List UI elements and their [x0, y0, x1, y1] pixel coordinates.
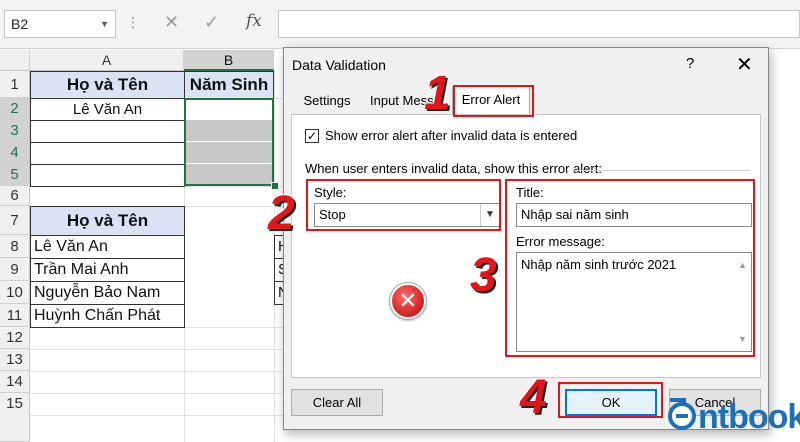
clear-all-button[interactable]: Clear All — [291, 389, 383, 416]
row-header-13[interactable]: 13 — [0, 349, 30, 371]
cell-a10[interactable]: Nguyễn Bảo Nam — [30, 281, 185, 305]
row-header-12[interactable]: 12 — [0, 327, 30, 349]
row-header-10[interactable]: 10 — [0, 281, 30, 304]
select-all-corner[interactable] — [0, 50, 30, 71]
step-1-label: 1 — [424, 67, 451, 120]
cell-a4[interactable] — [30, 142, 185, 165]
name-box[interactable]: B2 ▼ — [4, 10, 116, 38]
gridline — [30, 393, 284, 394]
gridline — [30, 371, 284, 372]
enter-entry-icon[interactable]: ✓ — [204, 12, 219, 33]
tab-settings[interactable]: Settings — [296, 88, 358, 114]
logo-mark-icon — [662, 392, 702, 432]
row-header-14[interactable]: 14 — [0, 371, 30, 393]
highlight-ok — [558, 382, 663, 418]
error-stop-icon: ✕ — [389, 282, 427, 320]
step-4-label: 4 — [520, 371, 547, 424]
cell-b4[interactable] — [186, 142, 272, 163]
help-icon[interactable]: ? — [686, 55, 694, 72]
close-icon[interactable]: ✕ — [736, 52, 753, 77]
cancel-entry-icon[interactable]: ✕ — [164, 12, 179, 33]
row-header-8[interactable]: 8 — [0, 235, 30, 258]
gridline — [30, 415, 284, 416]
cell-a7[interactable]: Họ và Tên — [30, 206, 185, 236]
formula-input[interactable] — [278, 10, 800, 38]
insert-function-icon[interactable]: fx — [246, 11, 262, 31]
cell-a8[interactable]: Lê Văn An — [30, 235, 185, 259]
row-header-2[interactable]: 2 — [0, 98, 30, 120]
row-header-5[interactable]: 5 — [0, 164, 30, 186]
cell-a2[interactable]: Lê Văn An — [30, 98, 185, 121]
watermark-logo: ntbook — [698, 398, 800, 436]
divider — [572, 170, 750, 171]
row-header-7[interactable]: 7 — [0, 206, 30, 235]
row-header-3[interactable]: 3 — [0, 120, 30, 142]
show-alert-checkbox[interactable]: ✓ — [305, 129, 319, 143]
highlight-style — [306, 179, 501, 231]
group-label: When user enters invalid data, show this… — [305, 161, 602, 176]
row-header-9[interactable]: 9 — [0, 258, 30, 281]
cell-b3[interactable] — [186, 120, 272, 141]
cell-a9[interactable]: Trần Mai Anh — [30, 258, 185, 282]
cell-b1[interactable]: Năm Sinh — [184, 71, 274, 99]
show-alert-label: Show error alert after invalid data is e… — [325, 128, 578, 143]
highlight-error-alert-tab — [453, 85, 534, 117]
dialog-title: Data Validation — [292, 57, 386, 73]
highlight-title-message — [505, 179, 755, 357]
row-header-6[interactable]: 6 — [0, 186, 30, 206]
cell-a1[interactable]: Họ và Tên — [30, 71, 185, 99]
cell-b5[interactable] — [186, 164, 272, 184]
more-icon[interactable]: ⋮ — [126, 14, 140, 31]
row-header-15[interactable]: 15 — [0, 393, 30, 442]
cell-a3[interactable] — [30, 120, 185, 143]
step-3-label: 3 — [470, 249, 497, 302]
column-header-a[interactable]: A — [30, 50, 184, 71]
cell-a5[interactable] — [30, 164, 185, 187]
column-header-b[interactable]: B — [184, 50, 274, 71]
cell-a11[interactable]: Huỳnh Chấn Phát — [30, 304, 185, 328]
chevron-down-icon[interactable]: ▼ — [100, 11, 109, 37]
step-2-label: 2 — [268, 187, 295, 240]
name-box-value: B2 — [11, 16, 29, 32]
row-header-1[interactable]: 1 — [0, 71, 30, 98]
row-header-11[interactable]: 11 — [0, 304, 30, 327]
row-header-4[interactable]: 4 — [0, 142, 30, 164]
gridline — [30, 349, 284, 350]
